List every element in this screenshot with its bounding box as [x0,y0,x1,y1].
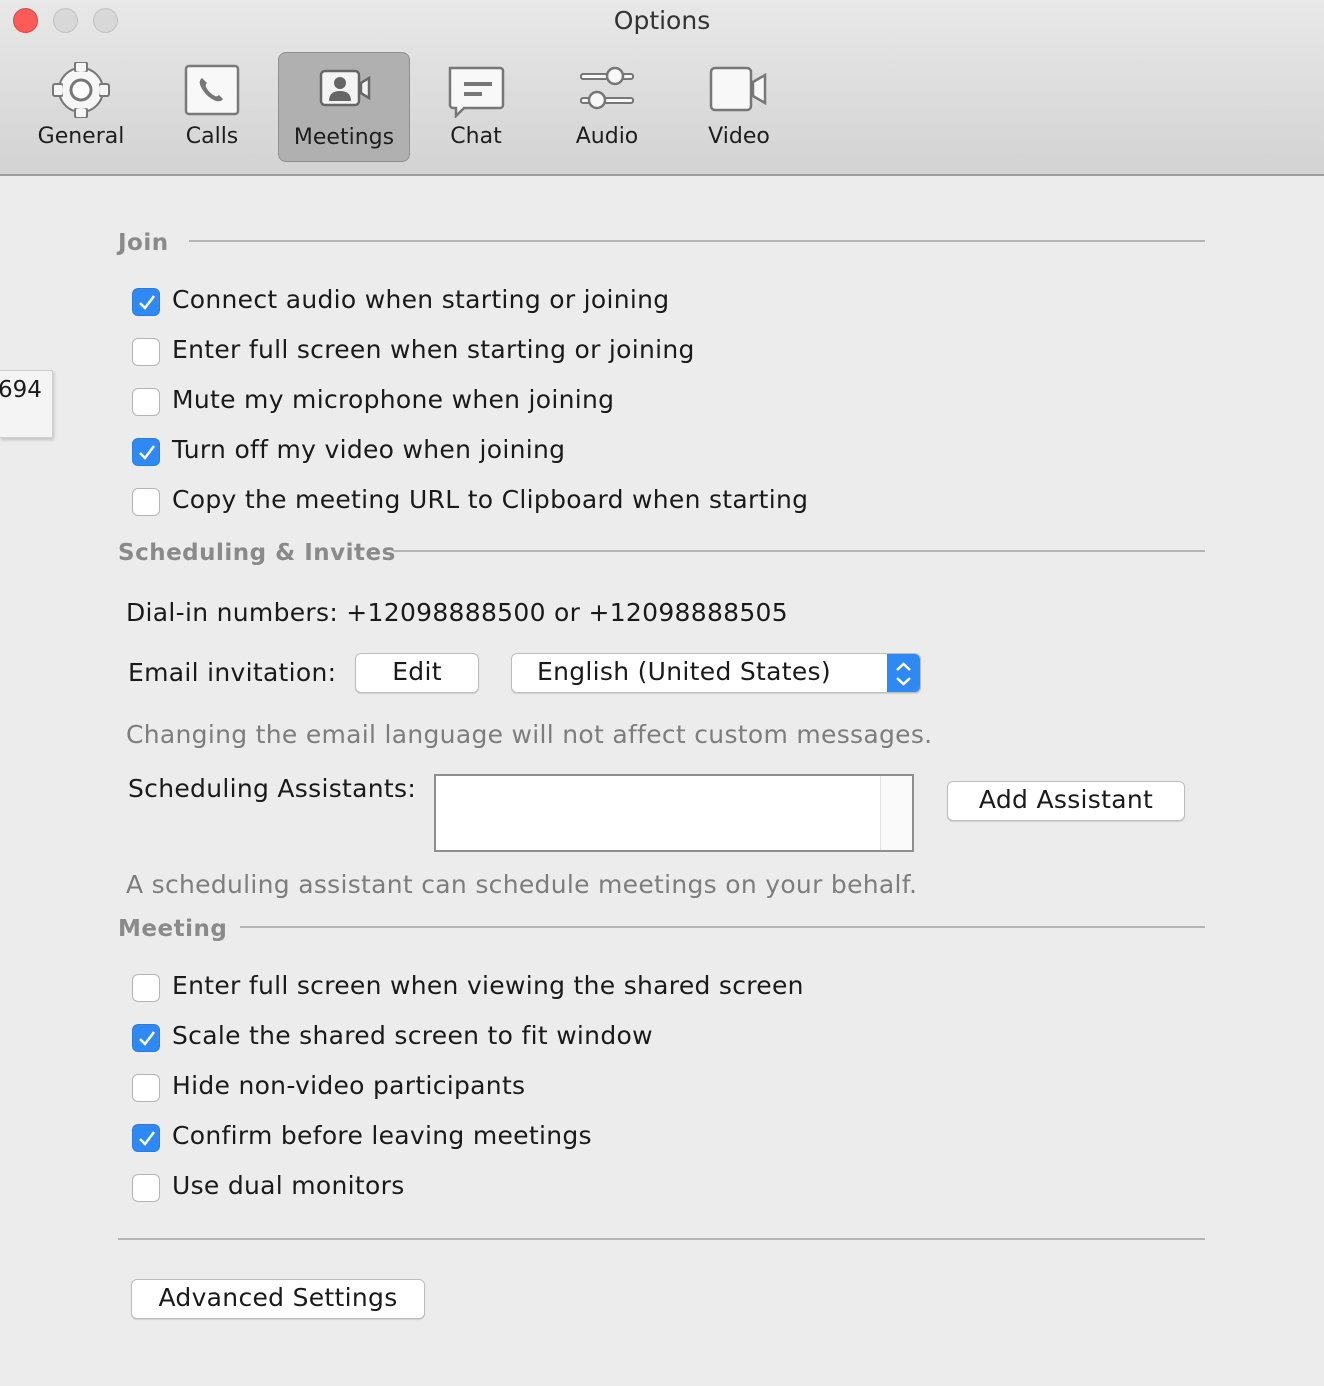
tab-audio[interactable]: Audio [541,52,673,162]
tab-meetings[interactable]: Meetings [278,52,410,162]
checkbox[interactable] [132,1124,160,1152]
chevron-updown-icon [887,654,920,692]
divider [189,240,1205,242]
tab-label: General [37,124,125,149]
meeting-icon [319,69,371,107]
checkbox-label: Copy the meeting URL to Clipboard when s… [172,485,809,514]
dial-in-numbers: Dial-in numbers: +12098888500 or +120988… [126,598,788,627]
checkbox[interactable] [132,338,160,366]
checkbox[interactable] [132,288,160,316]
tab-chat[interactable]: Chat [410,52,542,162]
email-language-select[interactable]: English (United States) [511,653,921,693]
checkbox-label: Enter full screen when viewing the share… [172,971,804,1000]
section-title-meeting: Meeting [118,916,228,942]
checkbox-label: Connect audio when starting or joining [172,285,670,314]
tab-general[interactable]: General [15,52,147,162]
tab-label: Meetings [293,125,395,150]
scheduling-assistants-label: Scheduling Assistants: [128,774,417,803]
divider [118,1238,1205,1240]
chat-icon [448,66,505,118]
checkbox-label: Scale the shared screen to fit window [172,1021,653,1050]
email-invitation-label: Email invitation: [128,658,337,687]
checkbox-label: Enter full screen when starting or joini… [172,335,695,364]
checkbox-label: Confirm before leaving meetings [172,1121,592,1150]
scheduling-assistants-list[interactable] [434,774,914,852]
checkbox-label: Turn off my video when joining [172,435,566,464]
divider [240,926,1205,928]
advanced-settings-button[interactable]: Advanced Settings [131,1279,425,1319]
checkmark-icon [139,1131,155,1146]
language-note: Changing the email language will not aff… [126,720,933,749]
tab-label: Calls [185,124,239,149]
checkbox[interactable] [132,488,160,516]
toolbar: Options General Calls Meetings Chat Audi… [0,0,1324,176]
checkmark-icon [139,1031,155,1046]
background-window-edge: 694 [0,370,53,438]
checkbox-label: Hide non-video participants [172,1071,526,1100]
checkbox[interactable] [132,974,160,1002]
checkbox[interactable] [132,1024,160,1052]
tab-label: Video [708,124,770,149]
checkbox[interactable] [132,388,160,416]
checkbox[interactable] [132,1174,160,1202]
assistant-note: A scheduling assistant can schedule meet… [126,870,918,899]
gear-icon [52,62,110,118]
tab-label: Audio [575,124,639,149]
scrollbar[interactable] [880,776,912,850]
checkbox[interactable] [132,438,160,466]
video-camera-icon [709,66,767,112]
window-title: Options [613,6,711,35]
checkbox-label: Use dual monitors [172,1171,405,1200]
tab-video[interactable]: Video [673,52,805,162]
phone-icon [184,64,240,116]
sliders-icon [580,66,634,110]
edit-invitation-button[interactable]: Edit [355,653,479,693]
add-assistant-button[interactable]: Add Assistant [947,781,1185,821]
section-title-join: Join [118,230,169,256]
checkmark-icon [139,445,155,460]
section-title-scheduling: Scheduling & Invites [118,540,396,566]
tab-label: Chat [450,124,502,149]
divider [393,550,1205,552]
checkmark-icon [139,295,155,310]
checkbox-label: Mute my microphone when joining [172,385,615,414]
email-language-value: English (United States) [537,657,831,686]
checkbox[interactable] [132,1074,160,1102]
background-window-text: 694 [0,377,42,403]
tab-calls[interactable]: Calls [146,52,278,162]
